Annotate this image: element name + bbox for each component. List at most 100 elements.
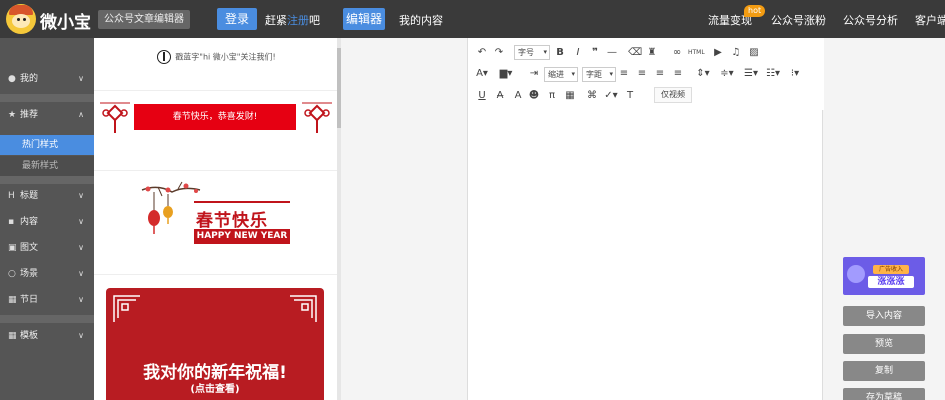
editor-canvas[interactable]: ↶ ↷ 字号 B I ❞ — ⌫ ♜ ∞ HTML ▶ ♫ ▨ A▾ ▆▾ ⇥ …: [467, 38, 824, 400]
register-prefix: 赶紧: [265, 14, 287, 27]
editor-button[interactable]: 编辑器: [343, 8, 385, 30]
nav-label: 内容: [20, 217, 39, 227]
format-painter-icon[interactable]: ♜: [646, 45, 658, 61]
nav-item-recommend[interactable]: ★ 推荐 ∧: [0, 102, 94, 128]
ad-line1: 广告收入: [873, 265, 909, 274]
align-left-icon[interactable]: ≡: [618, 66, 630, 82]
nav-label: 推荐: [20, 110, 39, 120]
register-suffix: 吧: [309, 14, 320, 27]
align-right-icon[interactable]: ≡: [654, 66, 666, 82]
nav-item-heading[interactable]: H 标题 ∨: [0, 183, 94, 209]
find-replace-icon[interactable]: ⌘: [586, 88, 598, 104]
font-size-select[interactable]: 字号: [514, 45, 550, 60]
nav-item-festival[interactable]: ▦ 节日 ∨: [0, 287, 94, 313]
spring-festival-title: 春节快乐: [196, 211, 268, 231]
view-only-button[interactable]: 仅视频: [654, 87, 692, 103]
emoji-icon[interactable]: ☻: [528, 88, 540, 104]
nav-item-scene[interactable]: ○ 场景 ∨: [0, 261, 94, 287]
video-icon[interactable]: ▶: [712, 45, 724, 61]
top-bar: 微小宝 公众号文章编辑器 登录 赶紧注册吧 编辑器 我的内容 流量变现 hot …: [0, 0, 945, 38]
brand-subtitle: 公众号文章编辑器: [98, 10, 190, 29]
chevron-down-icon: ∨: [78, 269, 84, 278]
chevron-down-icon: ∨: [78, 217, 84, 226]
nav-sub-newest[interactable]: 最新样式: [0, 156, 94, 176]
template-separator: [94, 170, 338, 171]
nav-item-content[interactable]: ▪ 内容 ∨: [0, 209, 94, 235]
left-nav: ● 我的 ∨ ★ 推荐 ∧ 热门样式 最新样式 H 标题 ∨ ▪ 内容 ∨ ▣ 图文 ∨ …: [0, 38, 94, 400]
template-separator: [94, 274, 338, 275]
indent-select[interactable]: 缩进: [544, 67, 578, 82]
check-icon[interactable]: ✓▾: [602, 88, 620, 104]
undo-icon[interactable]: ↶: [476, 45, 488, 61]
template-follow-us[interactable]: 戳蓝字"hi 微小宝"关注我们!: [94, 50, 338, 64]
nav-label: 场景: [20, 269, 39, 279]
corner-ornament-icon: [113, 295, 140, 322]
indent-icon[interactable]: ⇥: [528, 66, 540, 82]
client-link[interactable]: 客户端: [915, 12, 945, 28]
template-panel: 戳蓝字"hi 微小宝"关注我们! 春节快乐，恭喜发财! 春节快乐 HAPPY N…: [94, 38, 339, 400]
redo-icon[interactable]: ↷: [493, 45, 505, 61]
table-icon[interactable]: ▦: [564, 88, 576, 104]
nav-sub-hot[interactable]: 热门样式: [0, 135, 94, 155]
link-icon[interactable]: ∞: [670, 45, 684, 61]
line-height-icon[interactable]: ⇕▾: [694, 66, 712, 82]
background-color-icon[interactable]: ▆▾: [498, 66, 514, 82]
nav-item-mine[interactable]: ● 我的 ∨: [0, 66, 94, 92]
copy-button[interactable]: 复制: [843, 361, 925, 381]
register-link[interactable]: 注册: [287, 14, 309, 27]
italic-icon[interactable]: I: [572, 45, 584, 61]
calendar-icon: ▦: [8, 295, 17, 305]
horizontal-rule-icon[interactable]: —: [606, 45, 618, 61]
nav-label: 标题: [20, 191, 39, 201]
bold-icon[interactable]: B: [554, 45, 566, 61]
document-icon: ▪: [8, 217, 15, 227]
nav-item-template[interactable]: ▦ 模板 ∨: [0, 323, 94, 349]
nav-item-image-text[interactable]: ▣ 图文 ∨: [0, 235, 94, 261]
heading-icon: H: [8, 191, 15, 201]
ad-banner[interactable]: 广告收入 涨涨涨: [843, 257, 925, 295]
unordered-list-icon[interactable]: ☷▾: [764, 66, 782, 82]
chinese-knot-icon: [100, 102, 130, 133]
brand-name[interactable]: 微小宝: [40, 8, 91, 33]
strikethrough-icon[interactable]: A̶: [494, 88, 506, 104]
grow-fans-link[interactable]: 公众号涨粉: [771, 12, 826, 28]
logo-icon[interactable]: [6, 4, 36, 34]
align-center-icon[interactable]: ≡: [636, 66, 648, 82]
eraser-icon[interactable]: ⌫: [628, 45, 642, 61]
banner-text: 春节快乐，恭喜发财!: [134, 104, 296, 130]
title-underline: [194, 201, 290, 203]
paragraph-spacing-icon[interactable]: ≑▾: [718, 66, 736, 82]
chinese-knot-icon: [302, 102, 332, 133]
align-justify-icon[interactable]: ≡: [672, 66, 684, 82]
strikeout-icon[interactable]: A: [512, 88, 524, 104]
login-button[interactable]: 登录: [217, 8, 257, 30]
font-color-icon[interactable]: A▾: [474, 66, 490, 82]
letter-spacing-select[interactable]: 字距: [582, 67, 616, 82]
import-content-button[interactable]: 导入内容: [843, 306, 925, 326]
more-list-icon[interactable]: ⁝▾: [786, 66, 804, 82]
chevron-up-icon: ∧: [78, 110, 84, 119]
html-icon[interactable]: HTML: [688, 45, 705, 61]
user-icon: ●: [8, 74, 16, 84]
text-icon[interactable]: T: [624, 88, 636, 104]
formula-icon[interactable]: π: [546, 88, 558, 104]
chevron-down-icon: ∨: [78, 331, 84, 340]
nav-label: 图文: [20, 243, 39, 253]
save-draft-button[interactable]: 存为草稿: [843, 388, 925, 400]
image-icon[interactable]: ▨: [748, 45, 760, 61]
follow-text: 戳蓝字"hi 微小宝"关注我们!: [175, 52, 276, 62]
star-icon: ★: [8, 110, 17, 120]
underline-icon[interactable]: U: [476, 88, 488, 104]
template-new-year-card[interactable]: 我对你的新年祝福! (点击查看): [106, 288, 324, 400]
chevron-down-icon: ∨: [78, 295, 84, 304]
music-icon[interactable]: ♫: [730, 45, 742, 61]
hot-badge: hot: [744, 5, 766, 17]
analysis-link[interactable]: 公众号分析: [843, 12, 898, 28]
ordered-list-icon[interactable]: ☰▾: [742, 66, 760, 82]
register-prompt: 赶紧注册吧: [265, 12, 320, 28]
corner-ornament-icon: [290, 295, 317, 322]
preview-button[interactable]: 预览: [843, 334, 925, 354]
my-content-link[interactable]: 我的内容: [399, 12, 443, 28]
chevron-down-icon: ∨: [78, 243, 84, 252]
quote-icon[interactable]: ❞: [588, 45, 602, 61]
